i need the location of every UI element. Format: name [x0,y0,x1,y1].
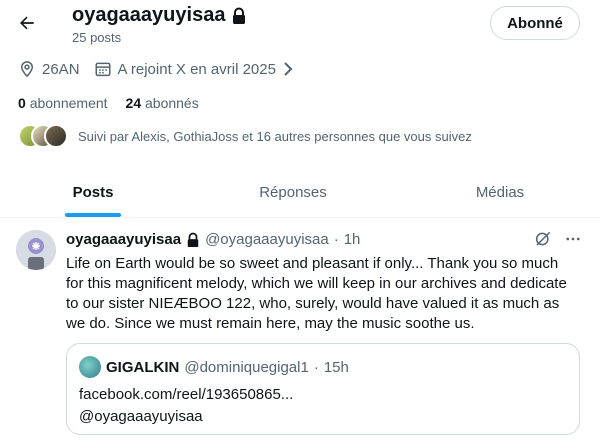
post-author-name[interactable]: oyagaaayuyisaa [66,231,181,248]
avatar-image [16,230,56,270]
chevron-right-icon [284,62,293,76]
tab-replies-label: Réponses [259,184,327,201]
followers-link[interactable]: 24 abonnés [126,95,199,111]
quoted-author-name: GIGALKIN [106,358,180,376]
grok-icon[interactable] [534,230,552,248]
quoted-timestamp: 15h [323,358,349,376]
followers-label: abonnés [145,95,199,111]
tab-replies[interactable]: Réponses [186,168,400,217]
tab-media[interactable]: Médias [400,168,600,217]
tab-posts[interactable]: Posts [0,168,186,217]
post-count: 25 posts [72,30,122,45]
quoted-avatar [79,356,101,378]
profile-meta: 26AN A rejoint X en avril 2025 [18,60,308,78]
profile-tabs: Posts Réponses Médias [0,168,600,218]
avatar [44,124,68,148]
following-label: abonnement [29,95,108,111]
quoted-mention[interactable]: @oyagaaayuyisaa [79,408,203,425]
quoted-link[interactable]: facebook.com/reel/193650865... [79,386,293,403]
location: 26AN [18,60,80,78]
tab-media-label: Médias [475,184,525,201]
tab-posts-label: Posts [72,184,114,201]
follow-counts: 0 abonnement 24 abonnés [18,95,199,111]
followed-by[interactable]: Suivi par Alexis, GothiaJoss et 16 autre… [18,124,472,148]
more-icon[interactable] [564,230,582,248]
back-button[interactable] [14,10,40,36]
quoted-post-header: GIGALKIN @dominiquegigal1 · 15h [79,356,349,378]
location-pin-icon [20,61,34,78]
join-date-text: A rejoint X en avril 2025 [117,60,276,78]
following-button[interactable]: Abonné [490,6,580,40]
separator-dot: · [333,231,339,248]
quoted-post[interactable]: GIGALKIN @dominiquegigal1 · 15h facebook… [66,343,580,435]
post-author-handle[interactable]: @oyagaaayuyisaa [205,231,329,248]
lock-icon [187,232,199,247]
title-row: oyagaaayuyisaa [72,4,247,27]
post[interactable]: oyagaaayuyisaa @oyagaaayuyisaa · 1h Life… [0,218,600,448]
lock-icon [233,7,246,24]
post-header: oyagaaayuyisaa @oyagaaayuyisaa · 1h [66,231,360,248]
join-date[interactable]: A rejoint X en avril 2025 [94,60,294,78]
post-text: Life on Earth would be so sweet and plea… [66,255,567,332]
followed-by-avatars [18,124,68,148]
separator-dot: · [313,358,319,376]
location-text: 26AN [42,60,80,78]
quoted-author-handle: @dominiquegigal1 [184,358,309,376]
active-tab-indicator [65,213,121,217]
followed-by-text: Suivi par Alexis, GothiaJoss et 16 autre… [78,128,472,144]
post-actions [534,230,582,248]
following-link[interactable]: 0 abonnement [18,95,108,111]
profile-header: oyagaaayuyisaa 25 posts Abonné [0,0,600,52]
back-arrow-icon [20,16,34,30]
post-timestamp[interactable]: 1h [344,231,361,248]
followers-count: 24 [125,95,142,111]
calendar-icon [95,62,111,77]
profile-title: oyagaaayuyisaa [72,4,226,26]
avatar[interactable] [16,230,56,270]
following-count: 0 [18,95,26,111]
